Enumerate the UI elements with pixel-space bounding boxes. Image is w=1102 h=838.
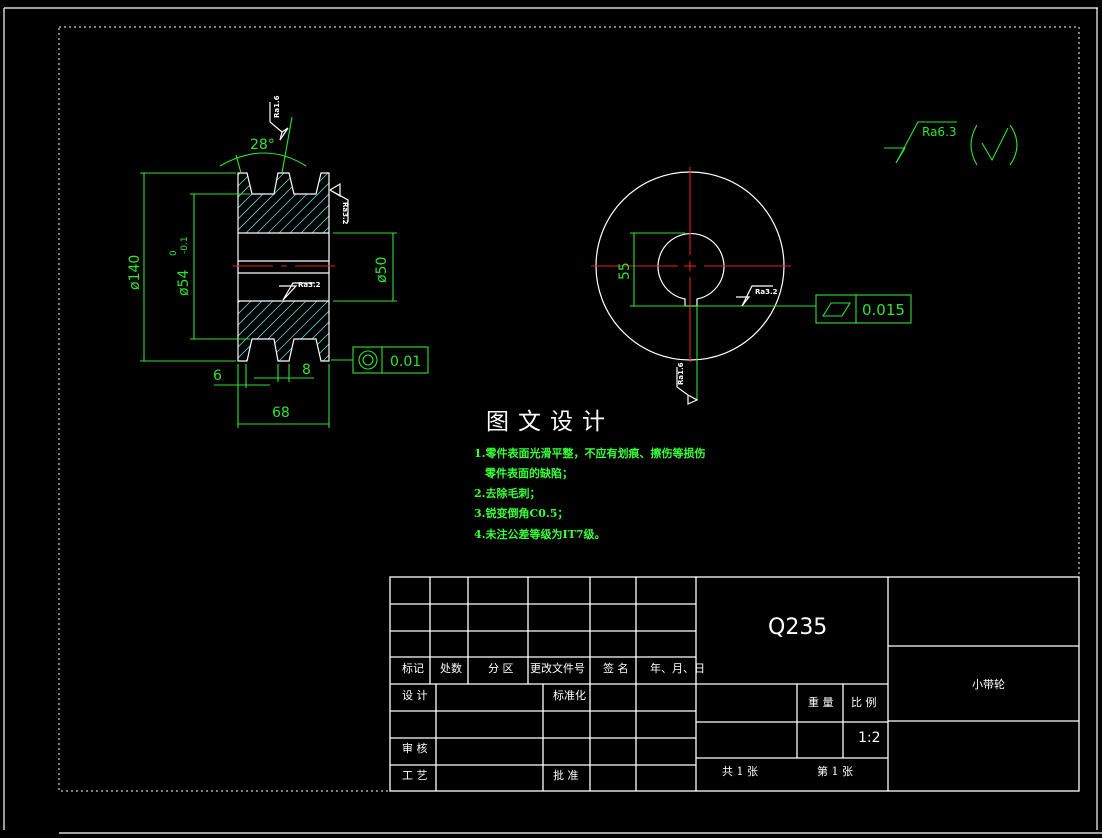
title-block-text: 标记 处数 分 区 更改文件号 签 名 年、月、日 设 计 标准化 审 核 工 … xyxy=(402,615,1005,782)
note-line: 2.去除毛刺； xyxy=(474,486,540,500)
hatch-line xyxy=(289,173,329,233)
note-line: 3.锐变倒角C0.5； xyxy=(474,506,568,520)
hatch-line xyxy=(322,173,329,233)
svg-text:ø140: ø140 xyxy=(127,255,143,290)
section-view: ø140 ø54 0 -0.1 ø50 28° 68 6 8 Ra1.6 Ra3… xyxy=(127,95,449,428)
technical-notes: 1.零件表面光滑平整，不应有划痕、擦伤等损伤 零件表面的缺陷； 2.去除毛刺； … xyxy=(474,446,705,541)
end-view: 55 0.015 Ra3.2 Ra1.6 xyxy=(591,167,912,405)
dim-angle: 28° xyxy=(219,116,307,174)
svg-text:0.015: 0.015 xyxy=(862,301,905,319)
flatness-frame: 0.015 xyxy=(696,294,912,400)
roughness-symbol: Ra1.6 xyxy=(676,362,699,405)
hatch-line xyxy=(238,301,285,361)
svg-text:0: 0 xyxy=(169,250,179,256)
scale-value: 1:2 xyxy=(858,730,881,746)
section-hatch xyxy=(238,173,449,361)
hatch-line xyxy=(389,173,449,233)
svg-text:处数: 处数 xyxy=(440,662,462,675)
svg-text:Ra6.3: Ra6.3 xyxy=(922,125,957,139)
coaxiality-frame: 0.01 xyxy=(331,346,429,374)
svg-text:更改文件号: 更改文件号 xyxy=(530,661,585,675)
hatch-line xyxy=(238,173,241,233)
hatch-line xyxy=(300,173,329,233)
roughness-symbol: Ra3.2 xyxy=(736,285,778,307)
svg-text:0.01: 0.01 xyxy=(390,354,421,370)
hatch-line xyxy=(345,173,405,233)
svg-text:标准化: 标准化 xyxy=(553,688,586,702)
svg-text:共 1 张: 共 1 张 xyxy=(722,765,758,778)
drawing-heading: 图文设计 xyxy=(486,409,614,435)
hatch-line xyxy=(238,301,241,361)
svg-text:重 量: 重 量 xyxy=(808,695,834,709)
hatch-line xyxy=(256,173,318,233)
general-roughness-symbol: Ra6.3 xyxy=(884,121,1018,166)
part-name: 小带轮 xyxy=(972,677,1005,691)
svg-text:55: 55 xyxy=(617,262,633,280)
svg-text:Ra3.2: Ra3.2 xyxy=(298,281,321,289)
svg-text:Ra1.6: Ra1.6 xyxy=(677,362,685,385)
hatch-line xyxy=(238,173,296,233)
svg-text:第 1 张: 第 1 张 xyxy=(817,764,853,778)
hatch-line xyxy=(367,301,427,361)
svg-text:28°: 28° xyxy=(250,137,275,153)
dim-bore-dia: ø50 xyxy=(333,232,397,302)
hatch-line xyxy=(238,301,263,361)
dim-keyway: 55 xyxy=(617,232,697,307)
svg-text:工 艺: 工 艺 xyxy=(402,769,428,782)
dim-edge-pitch: 6 8 xyxy=(213,362,314,388)
dim-width: 68 xyxy=(237,364,330,428)
svg-text:年、月、日: 年、月、日 xyxy=(650,661,705,675)
svg-text:审 核: 审 核 xyxy=(402,741,428,755)
hatch-line xyxy=(389,301,449,361)
svg-text:设 计: 设 计 xyxy=(402,689,428,702)
hatch-line xyxy=(378,301,438,361)
svg-text:Ra1.6: Ra1.6 xyxy=(273,95,281,118)
note-line: 1.零件表面光滑平整，不应有划痕、擦伤等损伤 xyxy=(474,446,705,460)
svg-text:68: 68 xyxy=(272,405,290,421)
coaxiality-icon xyxy=(358,350,378,370)
roughness-symbol: Ra3.2 xyxy=(329,182,349,225)
pulley-bottom-profile xyxy=(237,301,330,362)
hatch-line xyxy=(238,173,274,233)
dim-outer-dia: ø140 xyxy=(127,172,236,362)
hatch-line xyxy=(289,301,329,361)
svg-text:签 名: 签 名 xyxy=(603,661,629,675)
svg-text:Ra3.2: Ra3.2 xyxy=(341,202,349,225)
flatness-icon xyxy=(822,302,851,317)
hatch-line xyxy=(256,301,318,361)
svg-text:分 区: 分 区 xyxy=(488,662,514,675)
roughness-symbol: Ra1.6 xyxy=(269,95,289,141)
svg-text:批 准: 批 准 xyxy=(553,768,579,782)
hatch-line xyxy=(345,301,405,361)
cad-drawing-canvas: ø140 ø54 0 -0.1 ø50 28° 68 6 8 Ra1.6 Ra3… xyxy=(3,7,1102,834)
hatch-line xyxy=(367,173,427,233)
hatch-line xyxy=(238,301,296,361)
svg-text:ø50: ø50 xyxy=(374,257,390,283)
hatch-line xyxy=(278,173,329,233)
hatch-line xyxy=(238,173,285,233)
hatch-line xyxy=(300,301,329,361)
hatch-line xyxy=(238,173,252,233)
hatch-line xyxy=(238,173,263,233)
hatch-line xyxy=(238,301,274,361)
note-line: 4.未注公差等级为IT7级。 xyxy=(474,527,605,541)
svg-text:6: 6 xyxy=(213,368,222,384)
hatch-line xyxy=(278,301,329,361)
note-line: 零件表面的缺陷； xyxy=(484,466,573,480)
svg-text:ø54: ø54 xyxy=(176,270,192,296)
hatch-line xyxy=(356,173,416,233)
pulley-top-profile xyxy=(237,172,330,233)
hatch-line xyxy=(378,173,438,233)
svg-text:标记: 标记 xyxy=(402,661,424,675)
roughness-symbol: Ra3.2 xyxy=(279,281,321,301)
svg-text:-0.1: -0.1 xyxy=(180,236,190,254)
material: Q235 xyxy=(768,615,827,640)
svg-text:比 例: 比 例 xyxy=(851,695,877,709)
svg-text:8: 8 xyxy=(302,362,311,378)
svg-text:Ra3.2: Ra3.2 xyxy=(755,288,778,296)
hatch-line xyxy=(238,301,252,361)
